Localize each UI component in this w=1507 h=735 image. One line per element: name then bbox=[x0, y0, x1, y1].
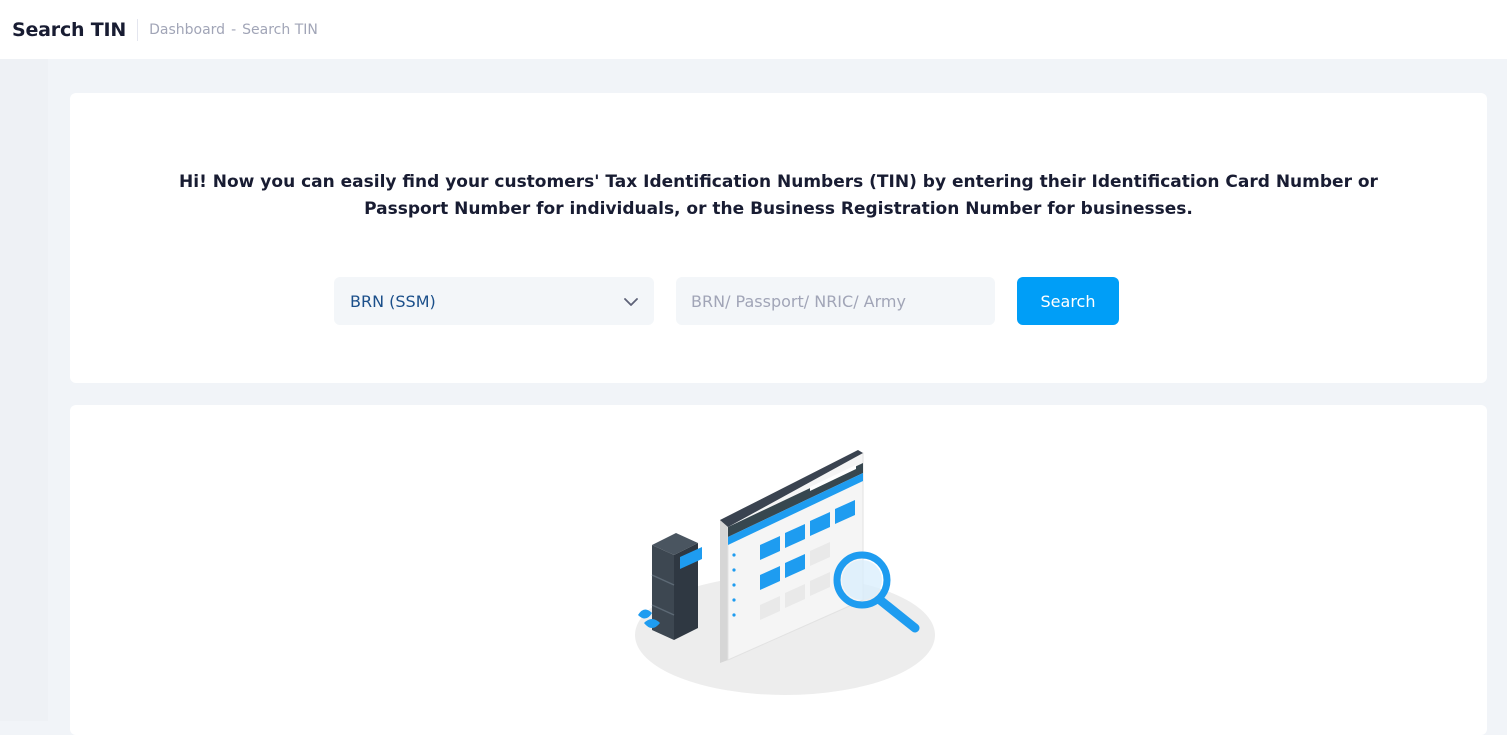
search-card: Hi! Now you can easily find your custome… bbox=[70, 93, 1487, 383]
illustration-card bbox=[70, 405, 1487, 735]
breadcrumb: Dashboard - Search TIN bbox=[149, 22, 318, 38]
id-number-input[interactable] bbox=[676, 277, 995, 325]
breadcrumb-dashboard[interactable]: Dashboard bbox=[149, 22, 225, 38]
id-type-selected: BRN (SSM) bbox=[350, 291, 436, 311]
title-divider bbox=[137, 18, 139, 41]
search-button[interactable]: Search bbox=[1017, 277, 1119, 325]
left-sidebar-strip bbox=[0, 59, 48, 721]
page-title: Search TIN bbox=[12, 18, 127, 41]
intro-text: Hi! Now you can easily find your custome… bbox=[70, 169, 1487, 223]
top-bar: Search TIN Dashboard - Search TIN bbox=[0, 0, 1507, 59]
search-documents-illustration-icon bbox=[635, 450, 935, 695]
intro-line-2: Passport Number for individuals, or the … bbox=[364, 199, 1193, 219]
intro-line-1: Hi! Now you can easily find your custome… bbox=[179, 172, 1378, 192]
breadcrumb-current: Search TIN bbox=[242, 21, 318, 38]
id-type-select[interactable]: BRN (SSM) bbox=[334, 277, 654, 325]
breadcrumb-separator: - bbox=[231, 21, 237, 38]
chevron-down-icon bbox=[624, 292, 638, 311]
